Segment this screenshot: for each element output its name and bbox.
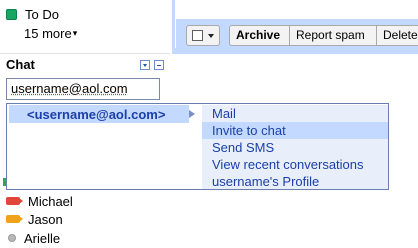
chat-search-value: username@aol.com — [11, 81, 128, 96]
select-checkbox-dropdown[interactable] — [186, 25, 220, 46]
more-labels-link[interactable]: 15 more ▾ — [24, 24, 77, 42]
offline-dot-icon — [8, 234, 16, 242]
suggestion-list: <username@aol.com> — [7, 104, 195, 189]
chat-autocomplete-popup: <username@aol.com> Mail Invite to chat S… — [6, 103, 389, 190]
contact-action-menu: Mail Invite to chat Send SMS View recent… — [202, 105, 388, 189]
chevron-down-icon — [208, 34, 214, 38]
submenu-arrow-icon — [189, 110, 195, 118]
chat-search-input[interactable]: username@aol.com — [6, 78, 160, 100]
sidebar-divider — [0, 53, 170, 54]
contact-item-arielle[interactable]: Arielle — [6, 229, 60, 247]
delete-button[interactable]: Delete — [377, 25, 418, 46]
checkbox-icon — [192, 30, 203, 41]
contact-item-jason[interactable]: Jason — [6, 210, 63, 228]
suggestion-item-selected[interactable]: <username@aol.com> — [9, 105, 195, 123]
chat-section-title: Chat — [6, 57, 35, 72]
gmail-window: To Do 15 more ▾ Chat username@aol.com Mi… — [0, 0, 418, 248]
report-spam-button[interactable]: Report spam — [290, 25, 377, 46]
menu-item-send-sms[interactable]: Send SMS — [202, 139, 388, 156]
video-camera-icon — [6, 215, 23, 223]
chat-options-dropdown-icon[interactable] — [140, 60, 150, 70]
chevron-down-icon: ▾ — [72, 27, 78, 38]
menu-item-view-recent-conversations[interactable]: View recent conversations — [202, 156, 388, 173]
label-color-swatch — [6, 8, 17, 20]
menu-item-mail[interactable]: Mail — [202, 105, 388, 122]
video-camera-icon — [6, 197, 23, 205]
contact-item-michael[interactable]: Michael — [6, 192, 73, 210]
menu-item-profile[interactable]: username's Profile — [202, 173, 388, 190]
sidebar-label-text: To Do — [25, 6, 59, 22]
contact-name: Jason — [28, 211, 63, 227]
contact-name: Arielle — [24, 230, 61, 246]
menu-item-invite-to-chat[interactable]: Invite to chat — [202, 122, 388, 139]
chat-minimize-icon[interactable] — [154, 60, 164, 70]
sidebar-label-todo[interactable]: To Do — [6, 5, 59, 23]
archive-button[interactable]: Archive — [229, 25, 290, 46]
suggestion-address: <username@aol.com> — [27, 107, 166, 122]
more-labels-text: 15 more — [24, 25, 72, 41]
contact-name: Michael — [28, 193, 73, 209]
